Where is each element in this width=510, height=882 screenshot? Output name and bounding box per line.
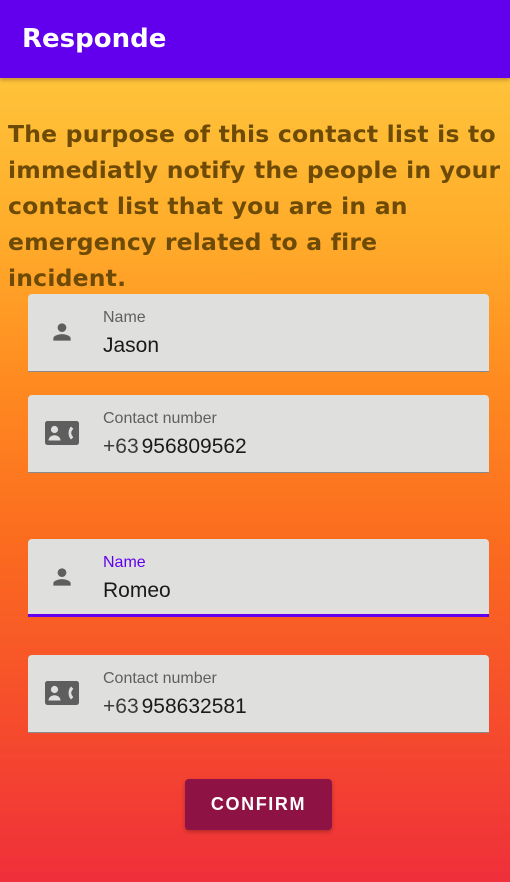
name-value: Romeo — [103, 579, 171, 602]
contact-2-number-field[interactable]: Contact number +63 958632581 — [28, 655, 489, 733]
name-label: Name — [103, 554, 146, 571]
person-icon — [44, 316, 80, 348]
country-code-prefix: +63 — [103, 435, 139, 458]
contact-number-value: +63 958632581 — [103, 695, 247, 719]
country-code-prefix: +63 — [103, 695, 139, 718]
person-icon — [44, 561, 80, 593]
contact-card-icon — [44, 417, 80, 449]
name-value: Jason — [103, 334, 160, 357]
contact-card-icon — [44, 677, 80, 709]
contact-1-number-field[interactable]: Contact number +63 956809562 — [28, 395, 489, 473]
app-title: Responde — [22, 24, 167, 54]
phone-number: 956809562 — [141, 435, 247, 458]
contact-number-label: Contact number — [103, 670, 217, 687]
phone-number: 958632581 — [141, 695, 247, 718]
intro-text: The purpose of this contact list is to i… — [8, 120, 501, 292]
contact-2-name-field[interactable]: Name Romeo — [28, 539, 489, 617]
contact-1-name-field[interactable]: Name Jason — [28, 294, 489, 372]
contact-number-label: Contact number — [103, 410, 217, 427]
app-bar: Responde — [0, 0, 510, 78]
confirm-button[interactable]: CONFIRM — [185, 779, 332, 830]
name-label: Name — [103, 309, 146, 326]
contact-form-screen: The purpose of this contact list is to i… — [0, 78, 510, 882]
contact-number-value: +63 956809562 — [103, 435, 247, 459]
